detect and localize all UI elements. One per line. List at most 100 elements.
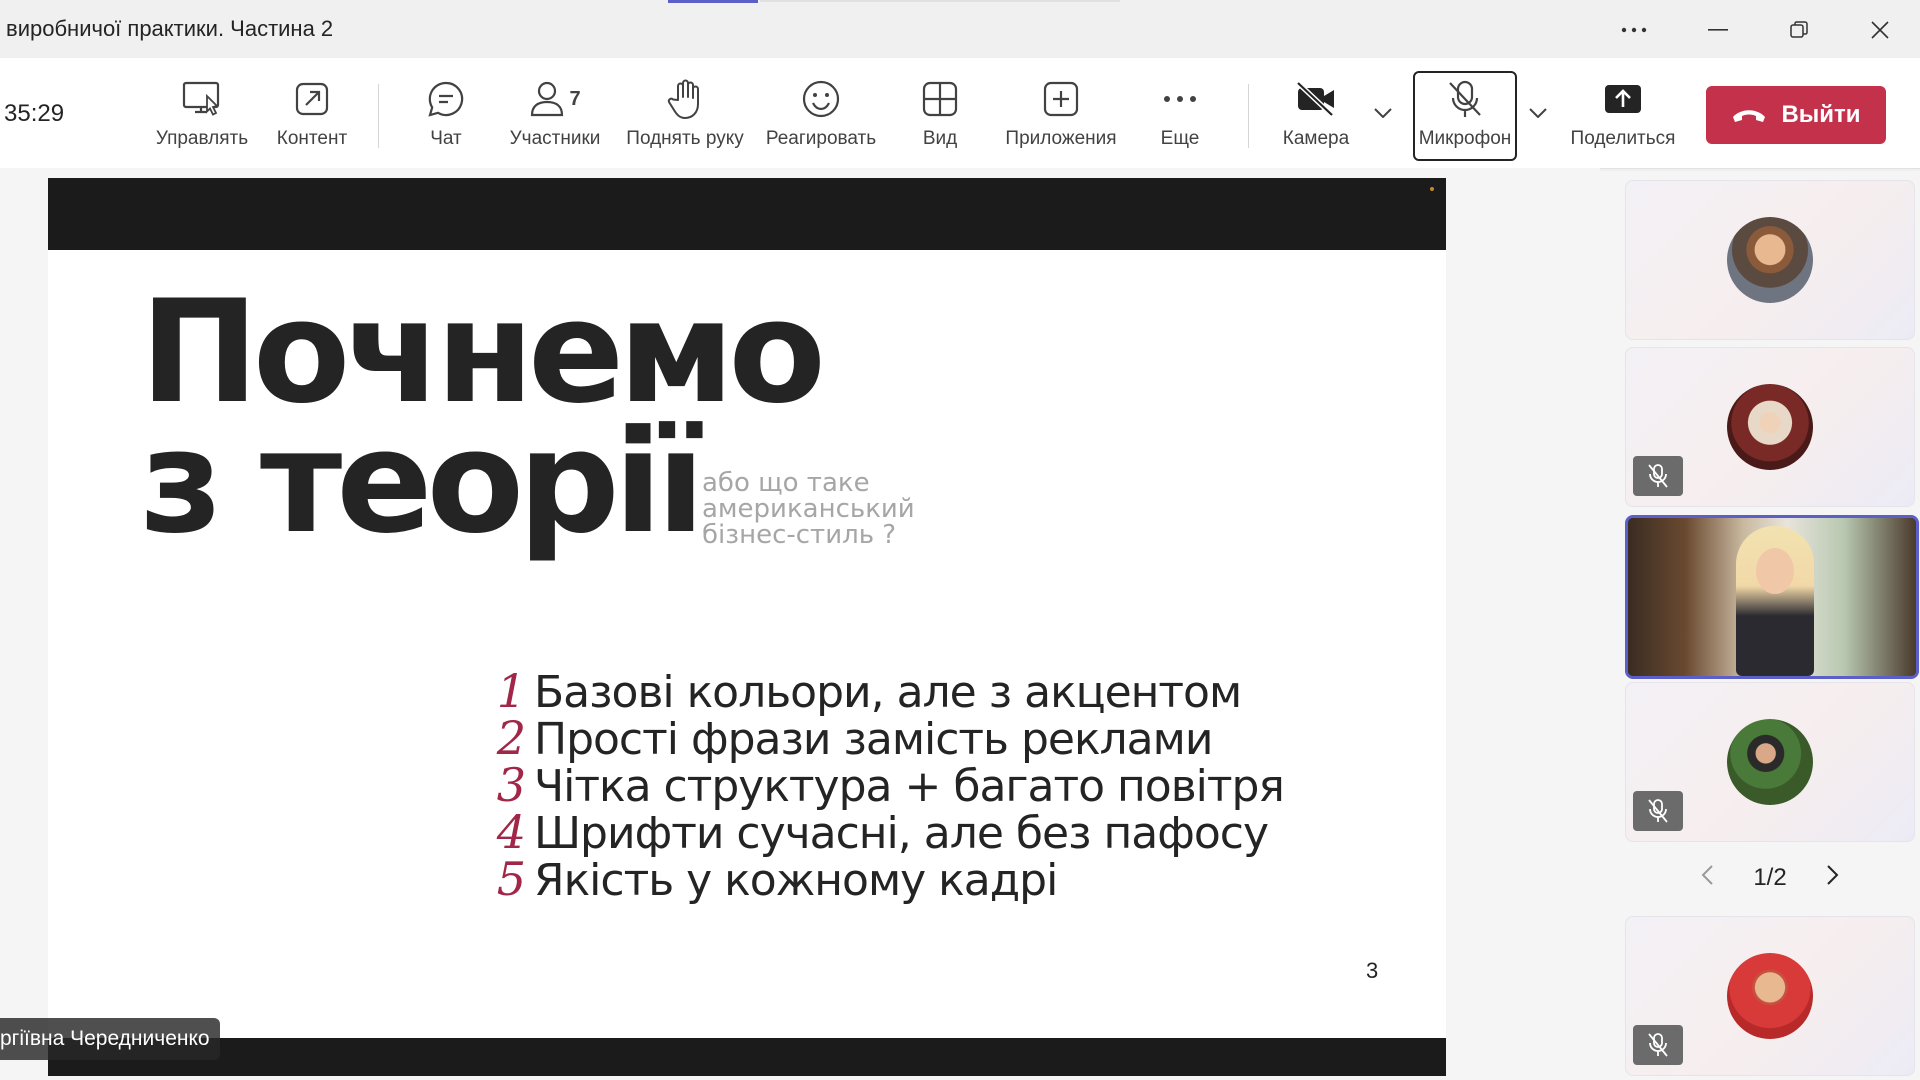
list-text: Базові кольори, але з акцентом [534,667,1242,718]
list-number: 2 [496,711,526,765]
slide-top-bar [48,178,1446,250]
microphone-button[interactable]: Микрофон [1413,76,1517,160]
slide-subtitle: або що таке американський бізнес-стиль ? [702,470,915,548]
microphone-label: Микрофон [1418,128,1512,149]
participant-avatar [1727,384,1813,470]
subtitle-line-2: американський [702,494,915,524]
more-options-icon[interactable] [1614,10,1654,50]
toolbar-divider [1248,84,1249,148]
more-icon [1163,76,1197,122]
participant-tile[interactable] [1625,916,1915,1076]
chat-label: Чат [430,128,462,149]
chat-icon [426,76,466,122]
meeting-timer: 35:29 [4,100,65,127]
list-item: 4 Шрифти сучасні, але без пафосу [478,805,1284,859]
apps-button[interactable]: Приложения [996,76,1126,160]
share-button[interactable]: Поделиться [1566,76,1680,160]
list-number: 1 [496,664,526,718]
leave-label: Выйти [1781,101,1861,128]
list-text: Шрифти сучасні, але без пафосу [534,808,1269,859]
smiley-icon [801,76,841,122]
muted-mic-icon [1633,791,1683,831]
participant-tile[interactable] [1625,180,1915,340]
next-page-chevron-icon[interactable] [1826,864,1840,893]
list-number: 4 [496,805,526,859]
list-text: Чітка структура + багато повітря [534,761,1285,812]
list-item: 5 Якість у кожному кадрі [478,852,1284,906]
react-button[interactable]: Реагировать [763,76,879,160]
share-content-icon [293,76,331,122]
previous-page-chevron-icon[interactable] [1700,864,1714,893]
muted-mic-icon [1633,456,1683,496]
list-number: 3 [496,758,526,812]
leave-button[interactable]: Выйти [1706,86,1886,144]
minimize-icon[interactable] [1698,10,1738,50]
screen-pointer-icon [181,76,223,122]
participants-icon-group: 7 [529,76,581,122]
headline-line-1: Почнемо [140,270,826,435]
camera-options-chevron-icon[interactable] [1370,100,1396,126]
loading-indicator [668,0,758,3]
list-item: 3 Чітка структура + багато повітря [478,758,1285,812]
subtitle-line-3: бізнес-стиль ? [702,520,897,550]
more-label: Еще [1160,128,1200,149]
tab-track [760,0,1120,2]
toolbar-divider [378,84,379,148]
participant-tile[interactable] [1625,682,1915,842]
pager-label: 1/2 [1753,864,1787,891]
control-button[interactable]: Управлять [152,76,252,160]
control-label: Управлять [155,128,249,149]
presenter-name-badge: ргіївна Чередниченко [0,1018,220,1060]
presenter-name: ргіївна Чередниченко [0,1027,210,1050]
shared-slide: Почнемо з теорії або що таке американськ… [48,178,1446,1076]
participants-count: 7 [569,87,581,110]
react-label: Реагировать [765,128,877,149]
participants-button[interactable]: 7 Участники [505,76,605,160]
camera-button[interactable]: Камера [1276,76,1356,160]
close-icon[interactable] [1860,10,1900,50]
content-label: Контент [276,128,348,149]
meeting-toolbar: 35:29 Управлять Контент Чат 7 Участники … [0,58,1920,169]
list-number: 5 [496,852,526,906]
share-tray-icon [1603,76,1643,122]
person-icon [531,81,564,117]
title-bar: виробничої практики. Частина 2 [0,0,1920,58]
more-button[interactable]: Еще [1150,76,1210,160]
list-text: Якість у кожному кадрі [534,855,1058,906]
participant-avatar [1727,953,1813,1039]
apps-label: Приложения [1005,128,1117,149]
speaker-face [1756,548,1794,594]
subtitle-line-1: або що таке [702,468,870,498]
camera-off-icon [1294,76,1338,122]
raise-hand-button[interactable]: Поднять руку [620,76,750,160]
raise-hand-label: Поднять руку [626,128,744,149]
hand-icon [666,76,704,122]
content-button[interactable]: Контент [272,76,352,160]
grid-view-icon [921,76,959,122]
participants-label: Участники [509,128,601,149]
restore-icon[interactable] [1779,10,1819,50]
participant-tile[interactable] [1625,347,1915,507]
hang-up-icon [1733,110,1766,122]
camera-label: Камера [1282,128,1350,149]
microphone-options-chevron-icon[interactable] [1525,100,1551,126]
window-title: виробничої практики. Частина 2 [6,16,334,41]
list-item: 1 Базові кольори, але з акцентом [478,664,1284,718]
add-app-icon [1042,76,1080,122]
view-label: Вид [922,128,958,149]
list-text: Прості фрази замість реклами [534,714,1213,765]
microphone-off-icon [1445,76,1485,122]
list-item: 2 Прості фрази замість реклами [478,711,1284,765]
participants-pager: 1/2 [1700,860,1840,896]
slide-bottom-bar [48,1038,1446,1076]
slide-list: 1 Базові кольори, але з акцентом 2 Прост… [478,664,1285,906]
participant-avatar [1727,719,1813,805]
recording-dot [1430,187,1434,191]
muted-mic-icon [1633,1025,1683,1065]
share-label: Поделиться [1570,128,1676,149]
chat-button[interactable]: Чат [416,76,476,160]
active-speaker-tile[interactable] [1625,515,1919,679]
participant-avatar [1727,217,1813,303]
slide-page-number: 3 [1366,958,1379,983]
view-button[interactable]: Вид [910,76,970,160]
